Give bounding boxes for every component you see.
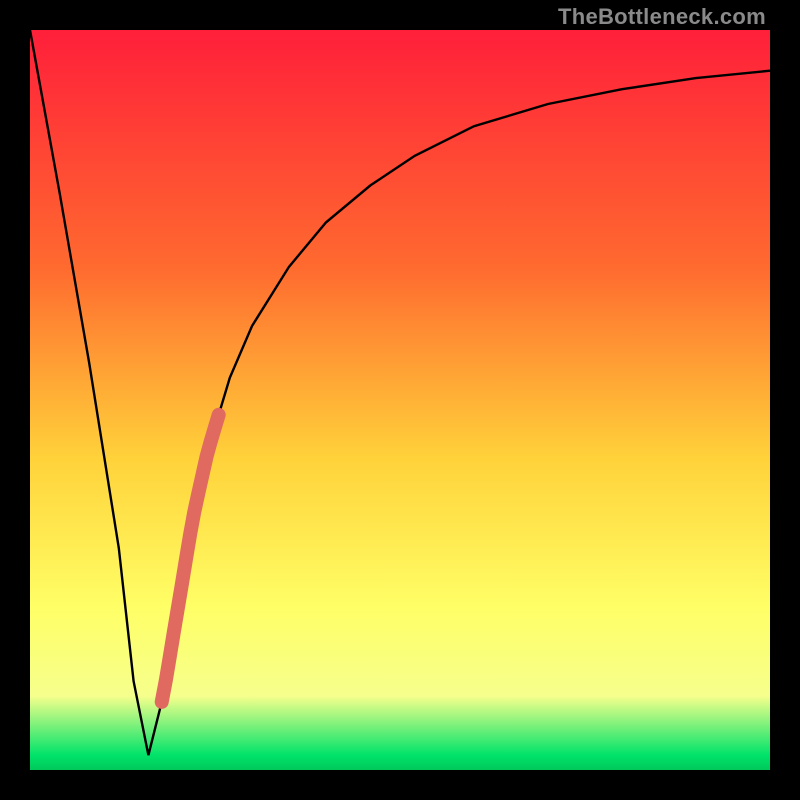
chart-svg xyxy=(30,30,770,770)
chart-frame: TheBottleneck.com xyxy=(0,0,800,800)
gradient-background xyxy=(30,30,770,770)
watermark-text: TheBottleneck.com xyxy=(558,4,766,30)
plot-area xyxy=(30,30,770,770)
